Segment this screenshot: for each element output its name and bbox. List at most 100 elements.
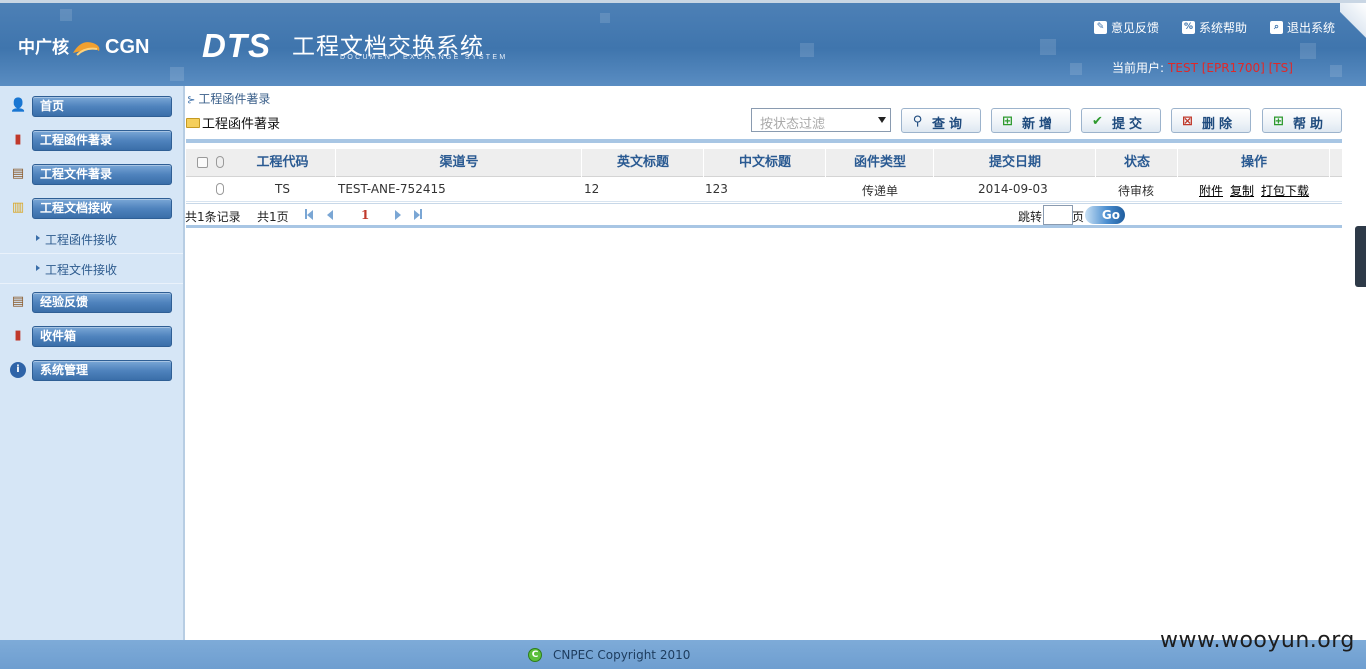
sidebar-subitem-file-receive[interactable]: 工程文件接收 xyxy=(0,254,183,284)
help-add-icon: ⊞ xyxy=(1273,114,1284,129)
delete-button[interactable]: ⊠ 删除 xyxy=(1171,108,1251,133)
sidebar-subitem-letter-receive[interactable]: 工程函件接收 xyxy=(0,224,183,254)
logout-link[interactable]: ⌕ 退出系统 xyxy=(1270,19,1335,36)
feedback-link-label: 意见反馈 xyxy=(1111,21,1160,35)
help-button-label: 帮助 xyxy=(1293,117,1328,132)
go-button[interactable]: Go xyxy=(1085,206,1125,224)
breadcrumb: ⊱ 工程函件著录 xyxy=(187,90,270,107)
column-header[interactable]: 英文标题 xyxy=(583,149,704,177)
clipboard-icon: ▤ xyxy=(11,166,25,181)
sidebar-item-letter-entry[interactable]: ▮ 工程函件著录 xyxy=(0,122,183,156)
cell-project-code: TS xyxy=(275,182,290,196)
chat-icon: ✎ xyxy=(1094,21,1107,34)
sidebar: 👤 首页 ▮ 工程函件著录 ▤ 工程文件著录 ▥ 工程文档接收 工程函件接收 工… xyxy=(0,86,185,640)
table-row[interactable]: TS TEST-ANE-752415 12 123 传递单 2014-09-03… xyxy=(186,177,1342,202)
column-header[interactable]: 函件类型 xyxy=(827,149,934,177)
sidebar-item-inbox[interactable]: ▮ 收件箱 xyxy=(0,318,183,352)
first-page-bar-icon xyxy=(305,209,307,219)
checkmark-icon: ✔ xyxy=(1092,114,1103,129)
system-help-link-label: 系统帮助 xyxy=(1199,21,1248,35)
book-icon: ▮ xyxy=(14,132,22,147)
logout-icon: ⌕ xyxy=(1270,21,1283,34)
cell-letter-type: 传递单 xyxy=(862,184,899,198)
copy-link[interactable]: 复制 xyxy=(1230,184,1254,198)
triangle-right-icon xyxy=(36,235,40,241)
delete-icon: ⊠ xyxy=(1182,114,1193,129)
help-icon: % xyxy=(1182,21,1195,34)
attachment-link[interactable]: 附件 xyxy=(1199,184,1223,198)
search-icon: ⚲ xyxy=(912,114,923,129)
attachment-icon xyxy=(216,183,224,195)
divider xyxy=(186,225,1342,228)
breadcrumb-label: 工程函件著录 xyxy=(198,92,271,106)
sidebar-item-feedback[interactable]: ▤ 经验反馈 xyxy=(0,284,183,318)
side-scroll-handle[interactable] xyxy=(1355,226,1366,287)
jump-label: 跳转 xyxy=(1018,210,1043,224)
cgn-logo-text: 中广核 xyxy=(18,38,69,58)
current-user-label: 当前用户: xyxy=(1112,61,1165,75)
column-header[interactable]: 提交日期 xyxy=(935,149,1096,177)
current-user-value: TEST [EPR1700] [TS] xyxy=(1168,61,1293,75)
sidebar-subitem-label: 工程文件接收 xyxy=(45,263,118,277)
dts-logo: DTS xyxy=(202,27,271,64)
cell-status: 待审核 xyxy=(1118,184,1155,198)
column-header[interactable]: 状态 xyxy=(1097,149,1178,177)
total-records: 共1条记录 xyxy=(185,210,241,224)
cell-submit-date: 2014-09-03 xyxy=(978,182,1048,196)
sidebar-item-home[interactable]: 👤 首页 xyxy=(0,88,183,122)
cgn-logo-latin: CGN xyxy=(105,36,150,58)
status-filter-placeholder: 按状态过滤 xyxy=(760,117,826,132)
previous-page-icon[interactable] xyxy=(327,210,333,220)
cell-channel-no: TEST-ANE-752415 xyxy=(338,182,446,196)
add-button[interactable]: ⊞ 新增 xyxy=(991,108,1071,133)
column-header[interactable]: 渠道号 xyxy=(337,149,582,177)
sidebar-item-label[interactable]: 工程文档接收 xyxy=(32,198,172,219)
package-download-link[interactable]: 打包下载 xyxy=(1261,184,1309,198)
current-user: 当前用户: TEST [EPR1700] [TS] xyxy=(1112,59,1293,76)
select-all-checkbox[interactable] xyxy=(197,157,208,168)
first-page-icon[interactable] xyxy=(307,210,313,220)
query-button[interactable]: ⚲ 查询 xyxy=(901,108,981,133)
status-filter-select[interactable]: 按状态过滤 xyxy=(751,108,891,132)
column-header[interactable]: 工程代码 xyxy=(230,149,336,177)
sidebar-item-label[interactable]: 系统管理 xyxy=(32,360,172,381)
user-icon: 👤 xyxy=(10,98,27,113)
document-icon: ▥ xyxy=(11,200,25,215)
book-icon: ▮ xyxy=(14,328,22,343)
sidebar-subitem-label: 工程函件接收 xyxy=(45,233,118,247)
help-button[interactable]: ⊞ 帮助 xyxy=(1262,108,1342,133)
page-title-label: 工程函件著录 xyxy=(202,117,281,132)
delete-button-label: 删除 xyxy=(1202,117,1237,132)
cell-actions: 附件 复制 打包下载 xyxy=(1199,182,1316,199)
system-help-link[interactable]: % 系统帮助 xyxy=(1182,19,1247,36)
sidebar-item-label[interactable]: 经验反馈 xyxy=(32,292,172,313)
sidebar-item-doc-receive[interactable]: ▥ 工程文档接收 xyxy=(0,190,183,224)
sidebar-item-label[interactable]: 收件箱 xyxy=(32,326,172,347)
jump-page-input[interactable] xyxy=(1043,205,1073,225)
sidebar-item-label[interactable]: 工程文件著录 xyxy=(32,164,172,185)
cgn-logo-mark-icon xyxy=(73,42,100,56)
watermark: www.wooyun.org xyxy=(1160,628,1355,653)
next-page-icon[interactable] xyxy=(395,210,401,220)
feedback-link[interactable]: ✎ 意见反馈 xyxy=(1094,19,1159,36)
current-page-number[interactable]: 1 xyxy=(361,208,369,222)
submit-button-label: 提交 xyxy=(1112,117,1147,132)
sidebar-item-label[interactable]: 工程函件著录 xyxy=(32,130,172,151)
add-icon: ⊞ xyxy=(1002,114,1013,129)
table-header: 工程代码 渠道号 英文标题 中文标题 函件类型 提交日期 状态 操作 xyxy=(186,149,1342,177)
page-curl-decoration xyxy=(1340,3,1366,63)
triangle-right-icon xyxy=(36,265,40,271)
copyright-icon: C xyxy=(528,648,542,662)
logout-link-label: 退出系统 xyxy=(1287,21,1336,35)
cell-en-title: 12 xyxy=(584,182,600,196)
system-subtitle: DOCUMENT EXCHANGE SYSTEM xyxy=(340,54,508,61)
sidebar-item-label[interactable]: 首页 xyxy=(32,96,172,117)
sidebar-item-system-admin[interactable]: i 系统管理 xyxy=(0,352,183,386)
divider xyxy=(186,139,1342,143)
submit-button[interactable]: ✔ 提交 xyxy=(1081,108,1161,133)
copyright-text: CNPEC Copyright 2010 xyxy=(553,648,691,662)
info-icon: i xyxy=(10,362,26,378)
clipboard-icon: ▤ xyxy=(11,294,25,309)
sidebar-item-file-entry[interactable]: ▤ 工程文件著录 xyxy=(0,156,183,190)
column-header[interactable]: 中文标题 xyxy=(705,149,826,177)
